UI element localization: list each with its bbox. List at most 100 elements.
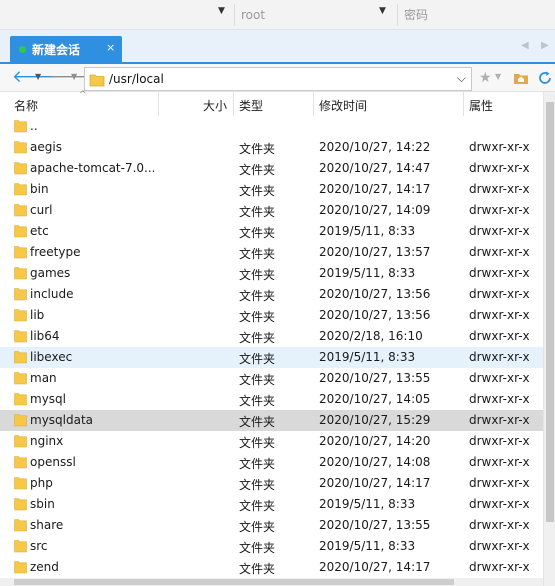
file-row[interactable]: openssl 文件夹 2020/10/27, 14:08 drwxr-xr-x [0, 452, 543, 473]
folder-icon [14, 414, 27, 427]
session-tab-strip: 新建会话 × ◀ ▶ [0, 30, 555, 62]
file-row[interactable]: games 文件夹 2019/5/11, 8:33 drwxr-xr-x [0, 263, 543, 284]
file-row[interactable]: mysql 文件夹 2020/10/27, 14:05 drwxr-xr-x [0, 389, 543, 410]
file-row[interactable]: etc 文件夹 2019/5/11, 8:33 drwxr-xr-x [0, 221, 543, 242]
file-modified-time: 2020/10/27, 14:17 [319, 560, 431, 574]
host-dropdown-icon[interactable]: ▼ [218, 6, 225, 16]
file-type: 文件夹 [239, 415, 276, 429]
column-type[interactable]: 类型 [239, 97, 263, 114]
folder-icon [14, 498, 27, 511]
file-row[interactable]: mysqldata 文件夹 2020/10/27, 15:29 drwxr-xr-x [0, 410, 543, 431]
vertical-scrollbar[interactable] [543, 92, 555, 586]
file-modified-time: 2020/10/27, 14:22 [319, 140, 431, 154]
file-type: 文件夹 [239, 184, 276, 198]
file-row[interactable]: aegis 文件夹 2020/10/27, 14:22 drwxr-xr-x [0, 137, 543, 158]
file-type: 文件夹 [239, 289, 276, 303]
file-modified-time: 2020/10/27, 14:05 [319, 392, 431, 406]
path-dropdown-icon[interactable]: ⌵ [457, 71, 466, 86]
file-type: 文件夹 [239, 478, 276, 492]
horizontal-scroll-thumb[interactable] [14, 579, 454, 585]
file-modified-time: 2020/10/27, 14:17 [319, 182, 431, 196]
folder-icon [14, 246, 27, 259]
bookmark-dropdown-icon[interactable]: ▼ [495, 72, 501, 81]
address-toolbar: 🡐 ▼ 🡒 ▼ /usr/local ⌵ ★ ▼ [0, 62, 555, 92]
path-input[interactable]: /usr/local ⌵ [84, 67, 472, 91]
tab-scroll-left-icon[interactable]: ◀ [521, 40, 529, 51]
file-type: 文件夹 [239, 352, 276, 366]
file-permissions: drwxr-xr-x [469, 182, 530, 196]
folder-icon [14, 183, 27, 196]
column-size[interactable]: 大小 [203, 97, 227, 114]
file-row[interactable]: lib 文件夹 2020/10/27, 13:56 drwxr-xr-x [0, 305, 543, 326]
file-permissions: drwxr-xr-x [469, 371, 530, 385]
file-row[interactable]: php 文件夹 2020/10/27, 14:17 drwxr-xr-x [0, 473, 543, 494]
forward-history-dropdown-icon[interactable]: ▼ [71, 72, 77, 81]
file-type: 文件夹 [239, 163, 276, 177]
file-row[interactable]: include 文件夹 2020/10/27, 13:56 drwxr-xr-x [0, 284, 543, 305]
column-header: ^ 名称 大小 类型 修改时间 属性 [0, 90, 543, 116]
file-permissions: drwxr-xr-x [469, 455, 530, 469]
file-name: lib64 [30, 329, 60, 343]
column-permissions[interactable]: 属性 [469, 97, 493, 114]
file-type: 文件夹 [239, 520, 276, 534]
file-name: include [30, 287, 74, 301]
file-row[interactable]: .. [0, 116, 543, 137]
username-dropdown-icon[interactable]: ▼ [379, 6, 386, 16]
back-history-dropdown-icon[interactable]: ▼ [35, 72, 41, 81]
file-row[interactable]: zend 文件夹 2020/10/27, 14:17 drwxr-xr-x [0, 557, 543, 578]
file-modified-time: 2019/5/11, 8:33 [319, 539, 416, 553]
file-permissions: drwxr-xr-x [469, 392, 530, 406]
file-type: 文件夹 [239, 436, 276, 450]
file-permissions: drwxr-xr-x [469, 350, 530, 364]
file-row[interactable]: apache-tomcat-7.0.... 文件夹 2020/10/27, 14:4… [0, 158, 543, 179]
file-permissions: drwxr-xr-x [469, 497, 530, 511]
bookmark-star-icon[interactable]: ★ [479, 70, 492, 86]
folder-icon [14, 477, 27, 490]
folder-icon [14, 162, 27, 175]
file-row[interactable]: src 文件夹 2019/5/11, 8:33 drwxr-xr-x [0, 536, 543, 557]
file-name: etc [30, 224, 49, 238]
file-name: nginx [30, 434, 64, 448]
file-name: bin [30, 182, 49, 196]
folder-icon [14, 561, 27, 574]
folder-icon [14, 141, 27, 154]
file-modified-time: 2020/10/27, 13:55 [319, 371, 431, 385]
close-tab-icon[interactable]: × [106, 41, 115, 54]
file-row[interactable]: nginx 文件夹 2020/10/27, 14:20 drwxr-xr-x [0, 431, 543, 452]
home-folder-icon[interactable] [513, 70, 529, 86]
file-row[interactable]: sbin 文件夹 2019/5/11, 8:33 drwxr-xr-x [0, 494, 543, 515]
sort-ascending-icon: ^ [79, 90, 87, 100]
folder-icon [14, 351, 27, 364]
file-row[interactable]: libexec 文件夹 2019/5/11, 8:33 drwxr-xr-x [0, 347, 543, 368]
file-row[interactable]: freetype 文件夹 2020/10/27, 13:57 drwxr-xr-x [0, 242, 543, 263]
file-type: 文件夹 [239, 226, 276, 240]
tab-scroll-right-icon[interactable]: ▶ [541, 40, 549, 51]
folder-icon [14, 435, 27, 448]
file-permissions: drwxr-xr-x [469, 140, 530, 154]
folder-icon [14, 267, 27, 280]
file-permissions: drwxr-xr-x [469, 434, 530, 448]
horizontal-scrollbar[interactable] [0, 578, 543, 586]
password-field[interactable]: 密码 [397, 4, 555, 26]
file-modified-time: 2020/2/18, 16:10 [319, 329, 423, 343]
tab-new-session[interactable]: 新建会话 × [10, 36, 122, 62]
file-row[interactable]: man 文件夹 2020/10/27, 13:55 drwxr-xr-x [0, 368, 543, 389]
file-type: 文件夹 [239, 457, 276, 471]
file-modified-time: 2020/10/27, 13:56 [319, 287, 431, 301]
file-row[interactable]: share 文件夹 2020/10/27, 13:55 drwxr-xr-x [0, 515, 543, 536]
file-row[interactable]: bin 文件夹 2020/10/27, 14:17 drwxr-xr-x [0, 179, 543, 200]
file-type: 文件夹 [239, 268, 276, 282]
vertical-scroll-thumb[interactable] [546, 102, 554, 522]
folder-icon [14, 519, 27, 532]
file-modified-time: 2020/10/27, 14:17 [319, 476, 431, 490]
file-list: .. aegis 文件夹 2020/10/27, 14:22 drwxr-xr-x apa… [0, 116, 543, 586]
username-field[interactable]: root [234, 4, 394, 26]
refresh-icon[interactable] [537, 70, 553, 86]
file-row[interactable]: lib64 文件夹 2020/2/18, 16:10 drwxr-xr-x [0, 326, 543, 347]
file-type: 文件夹 [239, 142, 276, 156]
file-modified-time: 2020/10/27, 14:20 [319, 434, 431, 448]
column-name[interactable]: 名称 [14, 97, 38, 114]
file-row[interactable]: curl 文件夹 2020/10/27, 14:09 drwxr-xr-x [0, 200, 543, 221]
tab-label: 新建会话 [32, 43, 81, 57]
column-modified-time[interactable]: 修改时间 [319, 97, 367, 114]
